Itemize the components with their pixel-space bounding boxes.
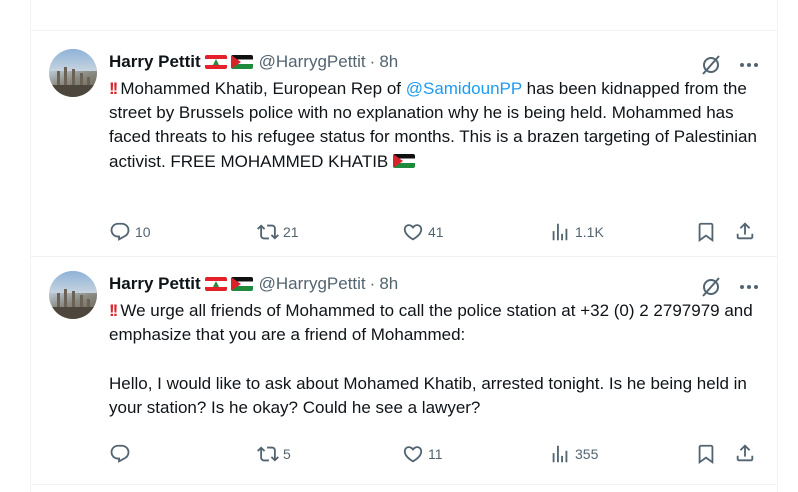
avatar[interactable] [49, 271, 97, 319]
author-name[interactable]: Harry Pettit [109, 52, 201, 72]
lebanon-flag-icon [204, 277, 227, 291]
tweet-header: Harry Pettit @HarrygPettit · 8h [109, 51, 398, 73]
repost-icon [257, 224, 279, 240]
avatar[interactable] [49, 49, 97, 97]
like-count: 41 [428, 224, 444, 240]
timestamp[interactable]: 8h [379, 274, 398, 294]
separator-dot: · [369, 274, 376, 293]
author-handle[interactable]: @HarrygPettit [259, 52, 366, 72]
palestine-flag-icon [393, 153, 415, 168]
tweet[interactable]: Harry Pettit @HarrygPettit · 8h !! Mohamm… [31, 41, 777, 256]
repost-count: 21 [283, 224, 299, 240]
like-button[interactable]: 11 [402, 443, 443, 465]
more-icon[interactable] [737, 53, 761, 77]
tweet-divider [30, 484, 778, 485]
tweet-divider [30, 256, 778, 257]
reply-count: 10 [135, 224, 151, 240]
reply-icon [110, 222, 130, 241]
grok-icon[interactable] [699, 275, 723, 299]
timeline-right-border [777, 0, 778, 492]
views-icon [552, 223, 568, 241]
views-count: 1.1K [575, 224, 604, 240]
reply-button[interactable]: 10 [109, 221, 151, 243]
tweet-text: !! We urge all friends of Mohammed to cal… [109, 299, 759, 420]
palestine-flag-icon [230, 55, 253, 69]
views-count: 355 [575, 446, 599, 462]
reply-icon [110, 444, 130, 463]
tweet-text-part: We urge all friends of Mohammed to call … [109, 301, 753, 417]
grok-icon[interactable] [699, 53, 723, 77]
repost-button[interactable]: 21 [257, 221, 299, 243]
bookmark-icon[interactable] [695, 221, 717, 243]
tweet[interactable]: Harry Pettit @HarrygPettit · 8h !! We urg… [31, 263, 777, 478]
author-name[interactable]: Harry Pettit [109, 274, 201, 294]
repost-icon [257, 446, 279, 462]
views-icon [552, 445, 568, 463]
reply-button[interactable] [109, 443, 135, 465]
views-button[interactable]: 355 [549, 443, 598, 465]
tweet-text-part: Mohammed Khatib, European Rep of [120, 79, 406, 98]
like-button[interactable]: 41 [402, 221, 444, 243]
like-icon [403, 446, 423, 463]
views-button[interactable]: 1.1K [549, 221, 604, 243]
like-icon [403, 224, 423, 241]
bookmark-icon[interactable] [695, 443, 717, 465]
tweet-header: Harry Pettit @HarrygPettit · 8h [109, 273, 398, 295]
double-exclamation-icon: !! [109, 301, 118, 320]
palestine-flag-icon [230, 277, 253, 291]
separator-dot: · [369, 52, 376, 71]
tweet-divider [30, 30, 778, 31]
like-count: 11 [428, 446, 443, 462]
author-handle[interactable]: @HarrygPettit [259, 274, 366, 294]
share-icon[interactable] [734, 220, 756, 242]
share-icon[interactable] [734, 442, 756, 464]
repost-button[interactable]: 5 [257, 443, 291, 465]
timestamp[interactable]: 8h [379, 52, 398, 72]
double-exclamation-icon: !! [109, 79, 118, 98]
lebanon-flag-icon [204, 55, 227, 69]
mention-link[interactable]: @SamidounPP [406, 79, 522, 98]
tweet-text: !! Mohammed Khatib, European Rep of @Sami… [109, 77, 759, 174]
more-icon[interactable] [737, 275, 761, 299]
repost-count: 5 [283, 446, 291, 462]
